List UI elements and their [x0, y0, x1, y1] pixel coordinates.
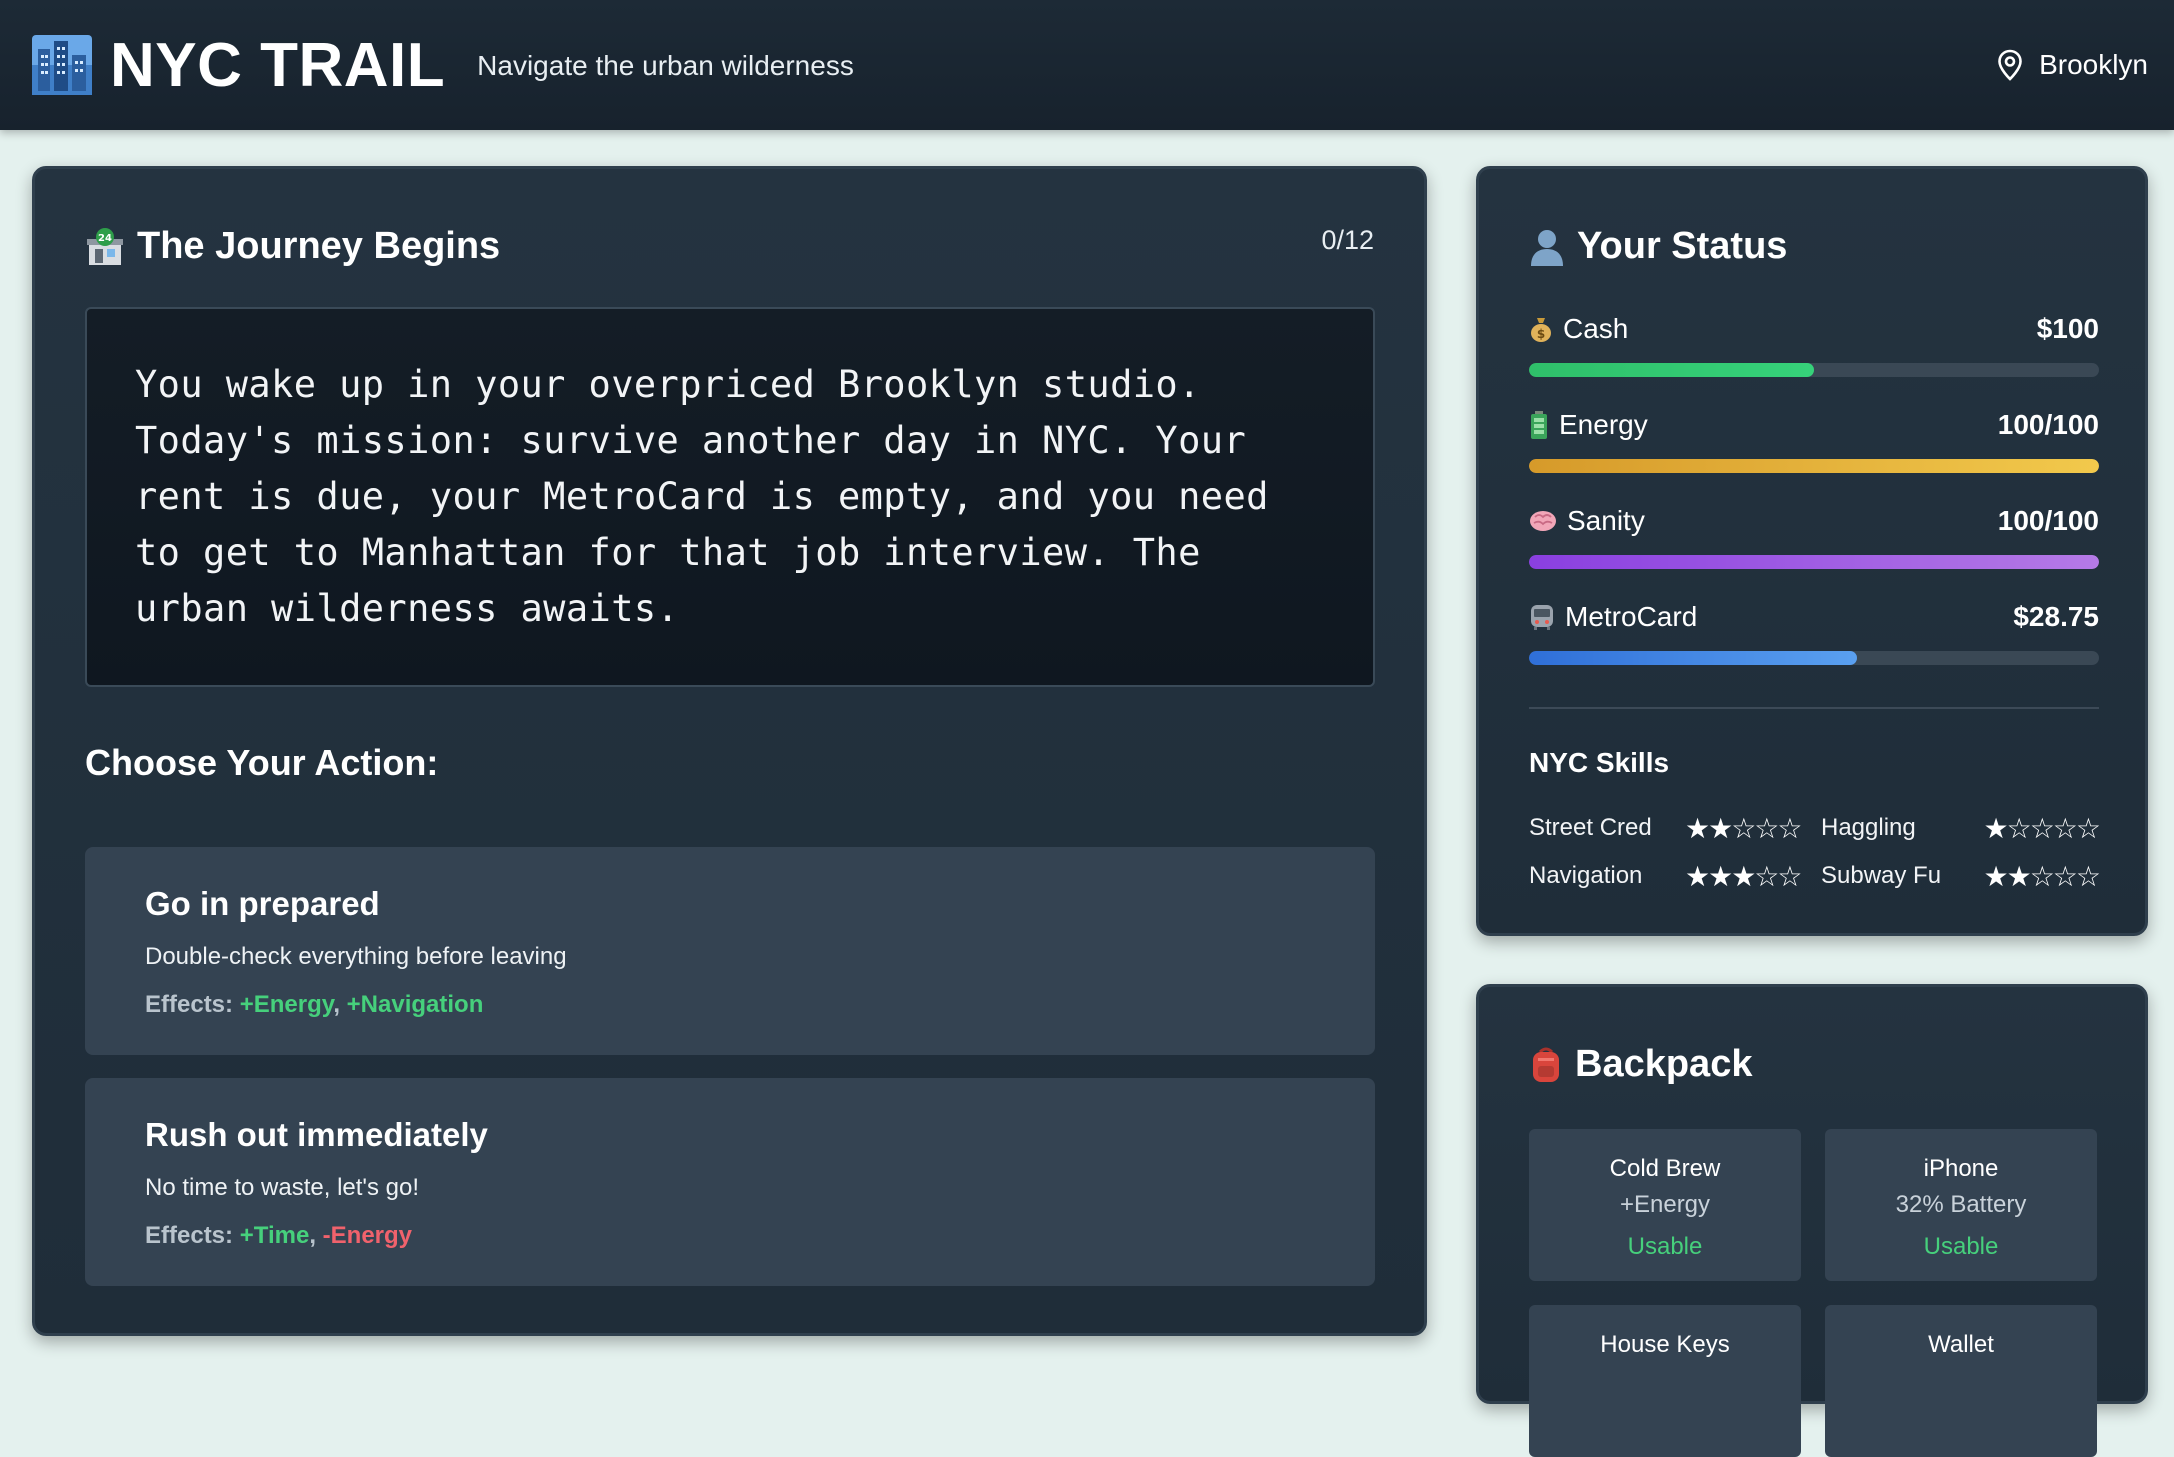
status-panel: Your Status $ Cash $100 Energy 100/100 S… [1476, 166, 2148, 936]
choice-title: Go in prepared [145, 885, 380, 922]
metro-train-icon [1529, 603, 1555, 631]
app-title: NYC TRAIL [110, 30, 446, 100]
current-location[interactable]: Brooklyn [1997, 49, 2148, 81]
stat-sanity: Sanity 100/100 [1529, 503, 2099, 569]
skill-rating-stars: ★★☆☆☆ [1685, 811, 1803, 845]
item-status: Usable [1923, 1233, 1999, 1260]
choice-effects: Effects: +Energy, +Navigation [145, 991, 484, 1018]
map-pin-icon [1998, 49, 2022, 81]
location-label: Brooklyn [2039, 49, 2148, 80]
item-house-keys[interactable]: House Keys [1529, 1305, 1801, 1457]
person-silhouette-icon [1529, 228, 1565, 266]
item-detail: +Energy [1619, 1191, 1711, 1218]
stat-metrocard: MetroCard $28.75 [1529, 599, 2099, 665]
choice-title: Rush out immediately [145, 1116, 488, 1153]
skill-row: Navigation ★★★☆☆ Subway Fu ★★☆☆☆ [1529, 852, 2101, 900]
skills-heading: NYC Skills [1529, 747, 1670, 778]
energy-bar-fill [1529, 459, 2099, 473]
effect-positive: +Navigation [346, 991, 484, 1018]
choice-effects: Effects: +Time, -Energy [145, 1222, 413, 1249]
sanity-bar-fill [1529, 555, 2099, 569]
effect-positive: +Energy [239, 991, 334, 1018]
item-detail: 32% Battery [1895, 1191, 2027, 1218]
app-header: NYC TRAIL Navigate the urban wilderness … [0, 0, 2174, 130]
skill-row: Street Cred ★★☆☆☆ Haggling ★☆☆☆☆ [1529, 804, 2101, 852]
svg-text:24: 24 [98, 233, 112, 244]
skill-rating-stars: ★★☆☆☆ [1983, 859, 2101, 893]
item-iphone[interactable]: iPhone 32% Battery Usable [1825, 1129, 2097, 1281]
skill-name: Navigation [1529, 862, 1643, 889]
item-name: Cold Brew [1609, 1155, 1721, 1182]
money-bag-icon: $ [1529, 315, 1553, 343]
story-box: You wake up in your overpriced Brooklyn … [85, 307, 1375, 687]
choice-description: No time to waste, let's go! [145, 1174, 420, 1201]
stat-value: 100/100 [1997, 409, 2099, 440]
atm-sign-icon: 24 [85, 227, 125, 267]
skill-name: Subway Fu [1821, 862, 1942, 889]
effect-positive: +Time [239, 1222, 310, 1249]
stat-bar-track [1529, 363, 2099, 377]
stat-value: $100 [2036, 313, 2099, 344]
choose-action-heading: Choose Your Action: [85, 742, 439, 783]
backpack-title-text: Backpack [1575, 1043, 1753, 1085]
stat-bar-track [1529, 651, 2099, 665]
backpack-panel: Backpack Cold Brew +Energy Usable iPhone… [1476, 984, 2148, 1457]
stat-label: Sanity [1567, 505, 1645, 536]
skill-name: Haggling [1821, 814, 1916, 841]
skill-rating-stars: ★★★☆☆ [1685, 859, 1803, 893]
item-name: iPhone [1923, 1155, 1999, 1182]
brain-icon [1529, 509, 1557, 533]
effect-negative: -Energy [322, 1222, 413, 1249]
backpack-title: Backpack [1529, 1043, 1752, 1086]
metrocard-bar-fill [1529, 651, 1857, 665]
stat-value: 100/100 [1997, 505, 2099, 536]
stat-label: Cash [1563, 313, 1629, 344]
stat-cash: $ Cash $100 [1529, 311, 2099, 377]
cityscape-icon [32, 35, 92, 95]
skill-rating-stars: ★☆☆☆☆ [1983, 811, 2101, 845]
status-title-text: Your Status [1577, 225, 1788, 267]
item-name: Wallet [1928, 1331, 1994, 1358]
item-cold-brew[interactable]: Cold Brew +Energy Usable [1529, 1129, 1801, 1281]
stat-bar-track [1529, 459, 2099, 473]
item-status: Usable [1627, 1233, 1703, 1260]
skill-name: Street Cred [1529, 814, 1652, 841]
svg-text:$: $ [1537, 327, 1545, 341]
effects-label: Effects: [145, 991, 234, 1018]
backpack-icon [1529, 1046, 1563, 1084]
choice-rush-out-immediately[interactable]: Rush out immediately No time to waste, l… [85, 1078, 1375, 1286]
item-name: House Keys [1600, 1331, 1730, 1358]
journey-title-text: The Journey Begins [137, 225, 501, 267]
choice-description: Double-check everything before leaving [145, 943, 567, 970]
stat-label: MetroCard [1565, 601, 1698, 632]
stat-energy: Energy 100/100 [1529, 407, 2099, 473]
choice-go-in-prepared[interactable]: Go in prepared Double-check everything b… [85, 847, 1375, 1055]
skills-grid: Street Cred ★★☆☆☆ Haggling ★☆☆☆☆ Navigat… [1529, 804, 2101, 900]
item-wallet[interactable]: Wallet [1825, 1305, 2097, 1457]
progress-counter: 0/12 [1321, 225, 1374, 255]
battery-icon [1529, 410, 1549, 440]
stat-value: $28.75 [2013, 601, 2099, 632]
stat-bar-track [1529, 555, 2099, 569]
journey-panel: 24 The Journey Begins 0/12 You wake up i… [32, 166, 1427, 1336]
story-text: You wake up in your overpriced Brooklyn … [135, 363, 1269, 630]
journey-title: 24 The Journey Begins [85, 225, 500, 268]
stat-label: Energy [1559, 409, 1648, 440]
status-title: Your Status [1529, 225, 1787, 268]
app-tagline: Navigate the urban wilderness [477, 50, 854, 81]
effects-label: Effects: [145, 1222, 234, 1249]
backpack-items: Cold Brew +Energy Usable iPhone 32% Batt… [1529, 1129, 2099, 1457]
divider [1529, 707, 2099, 709]
cash-bar-fill [1529, 363, 1814, 377]
